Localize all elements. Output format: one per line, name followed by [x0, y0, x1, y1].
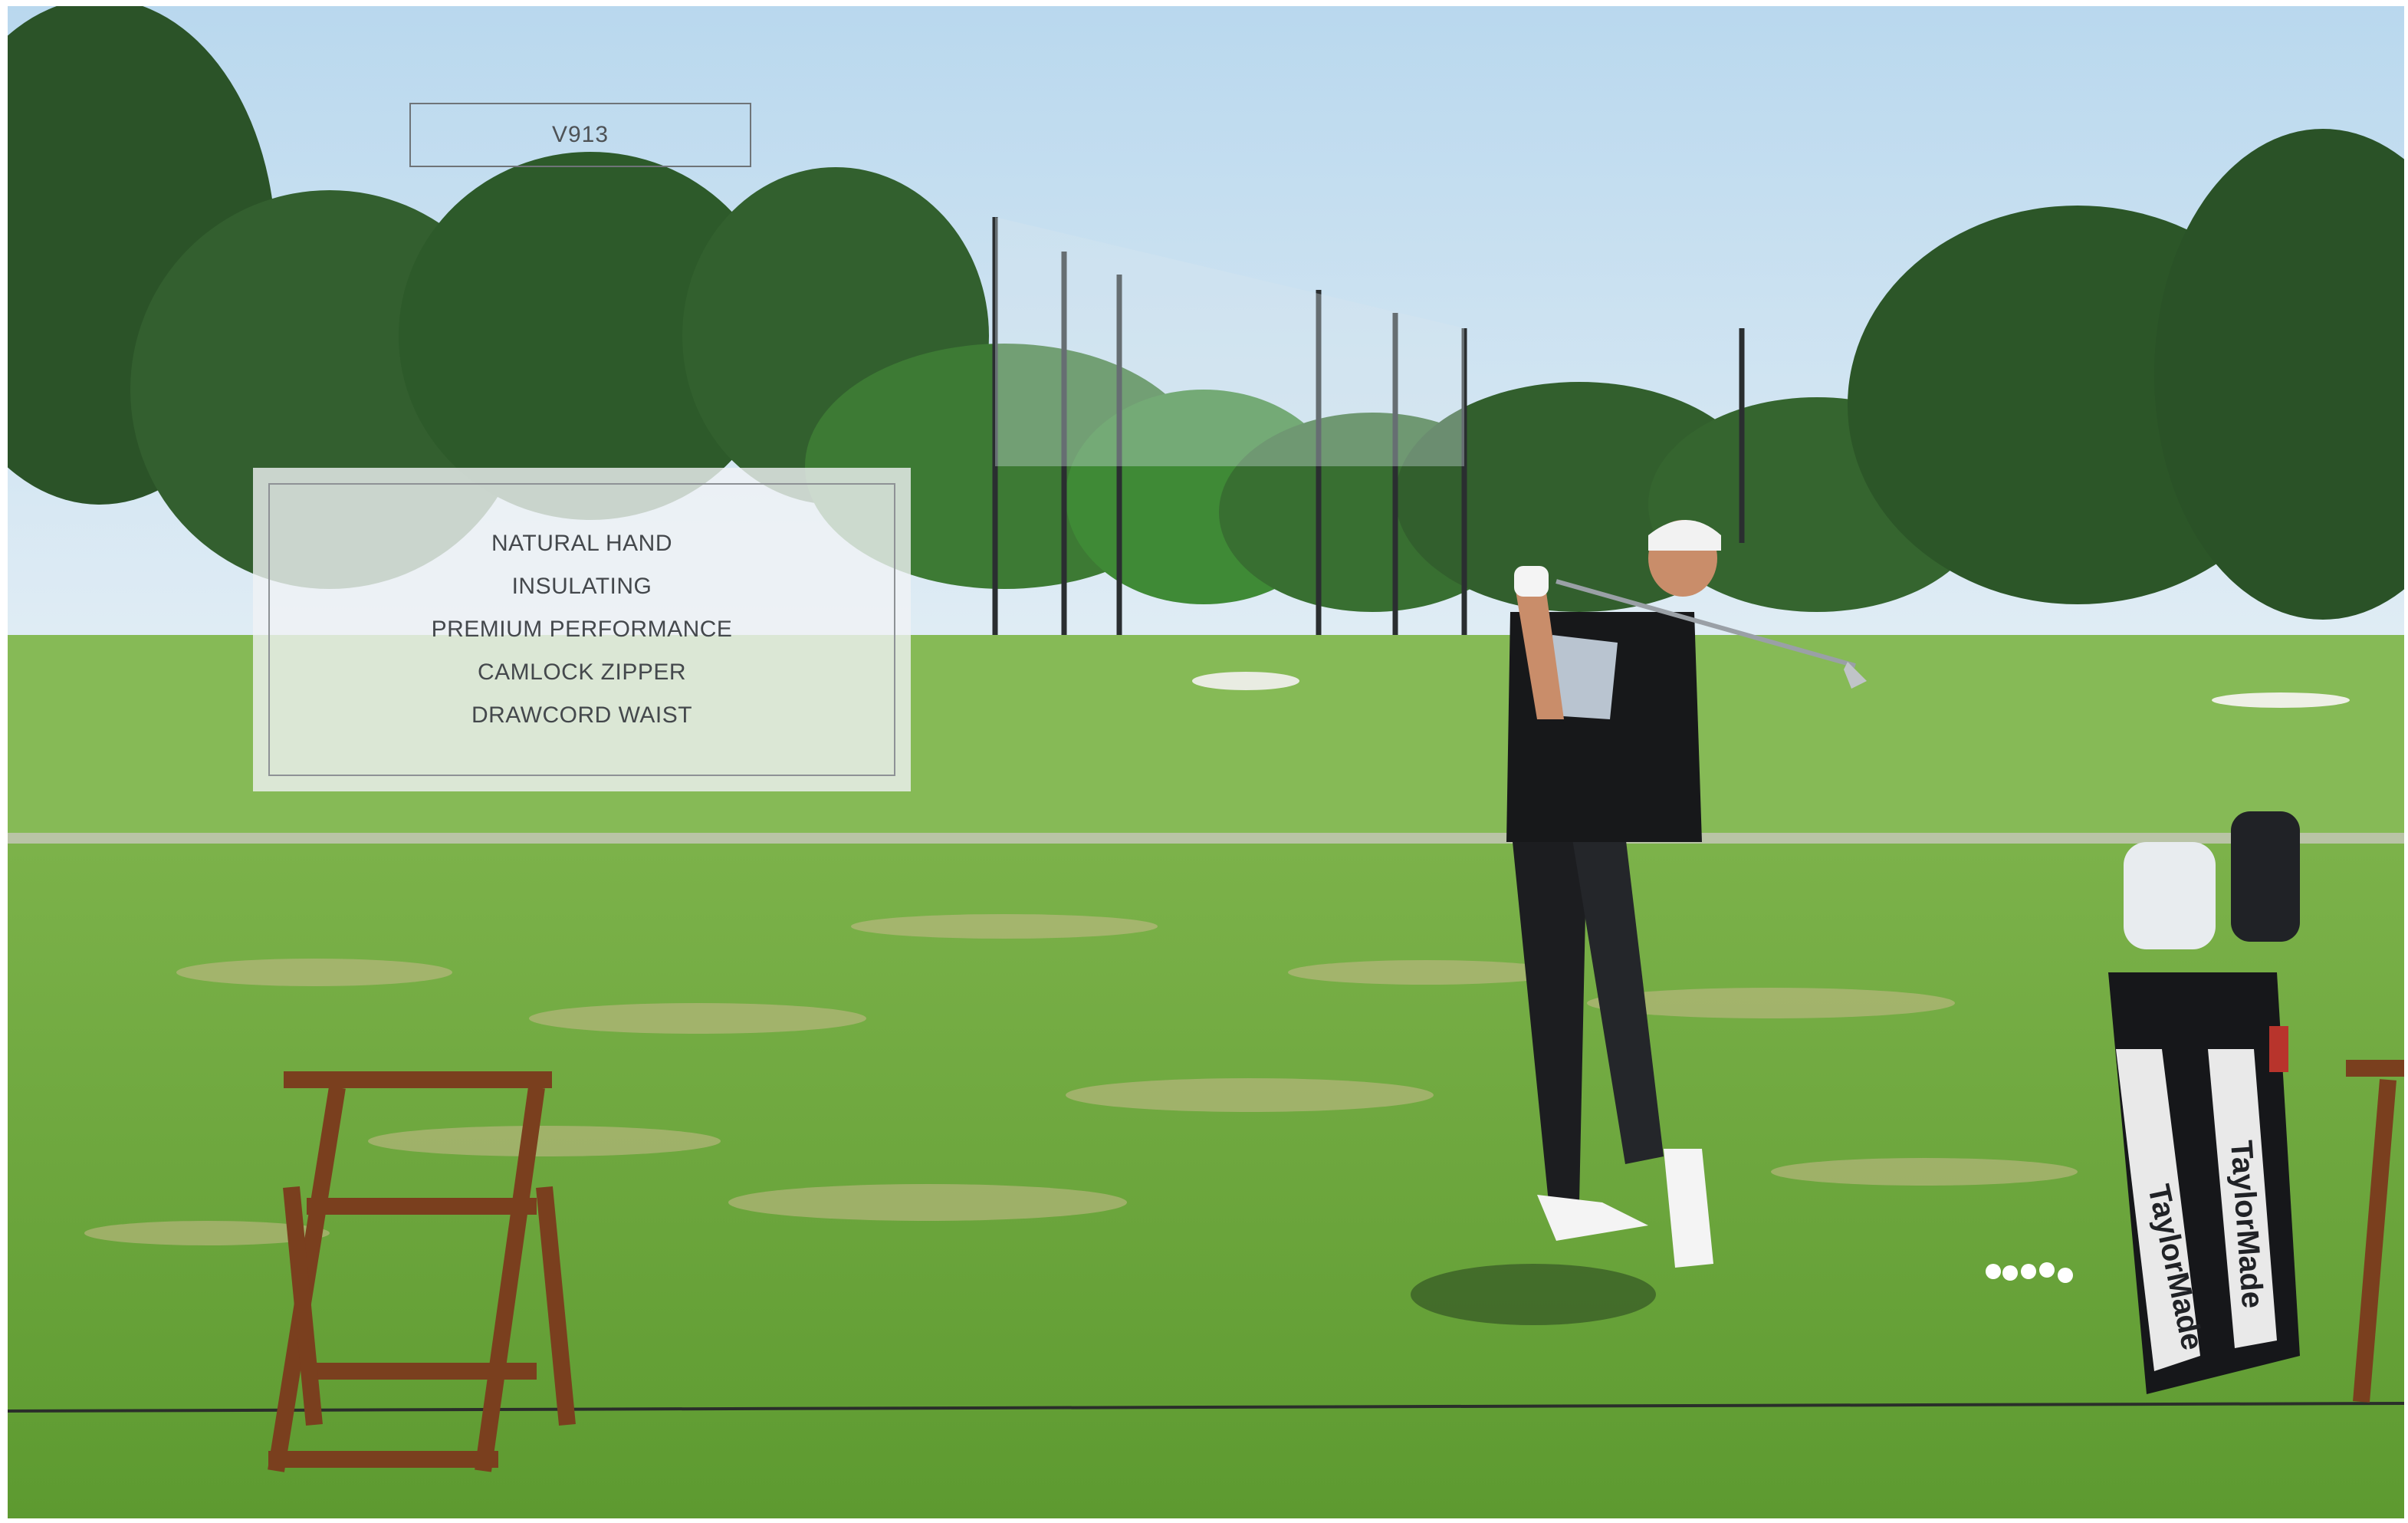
bunker-right: [2212, 692, 2350, 708]
feature-list: NATURAL HAND INSULATING PREMIUM PERFORMA…: [268, 483, 895, 776]
feature-card: NATURAL HAND INSULATING PREMIUM PERFORMA…: [253, 468, 911, 791]
product-code: V913: [551, 122, 609, 147]
bunker-left: [1192, 672, 1299, 690]
product-code-box: V913: [409, 103, 751, 167]
feature-item: NATURAL HAND: [491, 531, 673, 556]
feature-item: INSULATING: [511, 574, 652, 599]
range-grass: [8, 844, 2404, 1518]
feature-item: PREMIUM PERFORMANCE: [431, 617, 733, 642]
feature-item: DRAWCORD WAIST: [471, 702, 693, 728]
feature-item: CAMLOCK ZIPPER: [477, 660, 687, 685]
cart-path: [8, 833, 2404, 844]
